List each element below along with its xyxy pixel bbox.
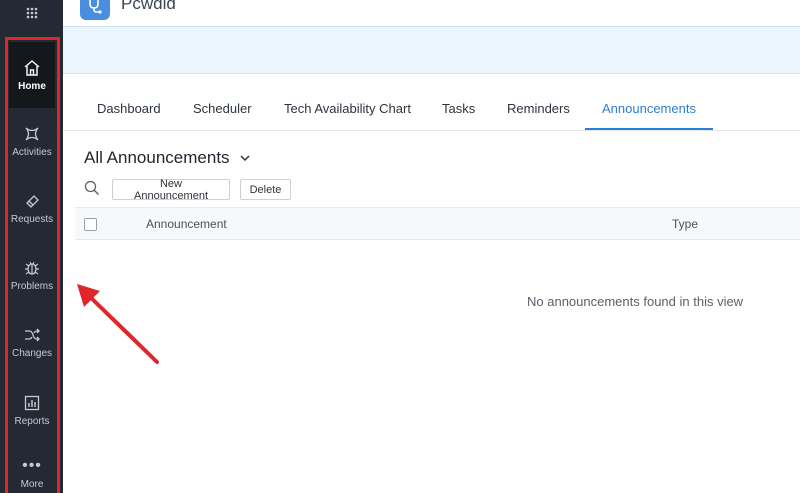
activities-icon [25,126,39,141]
tab-bar: Dashboard Scheduler Tech Availability Ch… [63,88,800,131]
top-header: Pcwdld [63,0,800,26]
info-banner [63,26,800,74]
view-selector[interactable]: All Announcements [84,148,250,168]
bug-icon [25,261,39,275]
select-all-checkbox[interactable] [84,218,97,231]
app-grid-icon[interactable] [0,0,63,26]
tab-announcements[interactable]: Announcements [602,101,696,131]
active-tab-indicator [585,128,713,130]
requests-icon [26,194,39,208]
annotation-arrow-icon [77,284,159,364]
sidebar-item-requests[interactable]: Requests [9,175,55,241]
sidebar-item-home[interactable]: Home [9,42,55,108]
more-dots-icon: ••• [22,456,42,474]
column-header-announcement[interactable]: Announcement [146,217,227,231]
view-title: All Announcements [84,148,230,167]
sidebar-item-label: Activities [12,146,52,158]
sidebar-item-label: Requests [10,213,54,225]
shuffle-icon [25,328,40,341]
delete-button[interactable]: Delete [240,179,291,200]
sidebar-item-activities[interactable]: Activities [9,108,55,174]
sidebar-item-label: Reports [14,415,50,427]
tab-scheduler[interactable]: Scheduler [193,101,252,131]
sidebar-item-problems[interactable]: Problems [9,242,55,308]
new-announcement-button[interactable]: New Announcement [112,178,230,202]
empty-state-message: No announcements found in this view [527,294,744,309]
column-header-type[interactable]: Type [672,217,698,231]
sidebar-item-label: Home [18,80,46,92]
chevron-down-icon [240,154,250,161]
app-logo-icon [80,0,110,20]
sidebar-item-label: Problems [10,280,54,292]
brand-name: Pcwdld [121,0,176,13]
sidebar-item-reports[interactable]: Reports [9,377,55,443]
bar-chart-icon [24,395,40,410]
sidebar-item-more[interactable]: ••• More [9,442,55,493]
table-header: Announcement Type [75,207,800,240]
left-sidebar: Home Activities Requests Problems Change… [0,0,63,493]
sidebar-item-changes[interactable]: Changes [9,309,55,375]
sidebar-item-label: More [20,478,44,490]
sidebar-item-label: Changes [11,347,53,359]
tab-dashboard[interactable]: Dashboard [97,101,161,131]
tab-reminders[interactable]: Reminders [507,101,570,131]
tab-tasks[interactable]: Tasks [442,101,475,131]
search-icon[interactable] [84,180,100,196]
tab-tech-availability-chart[interactable]: Tech Availability Chart [284,101,411,131]
home-icon [24,59,40,76]
